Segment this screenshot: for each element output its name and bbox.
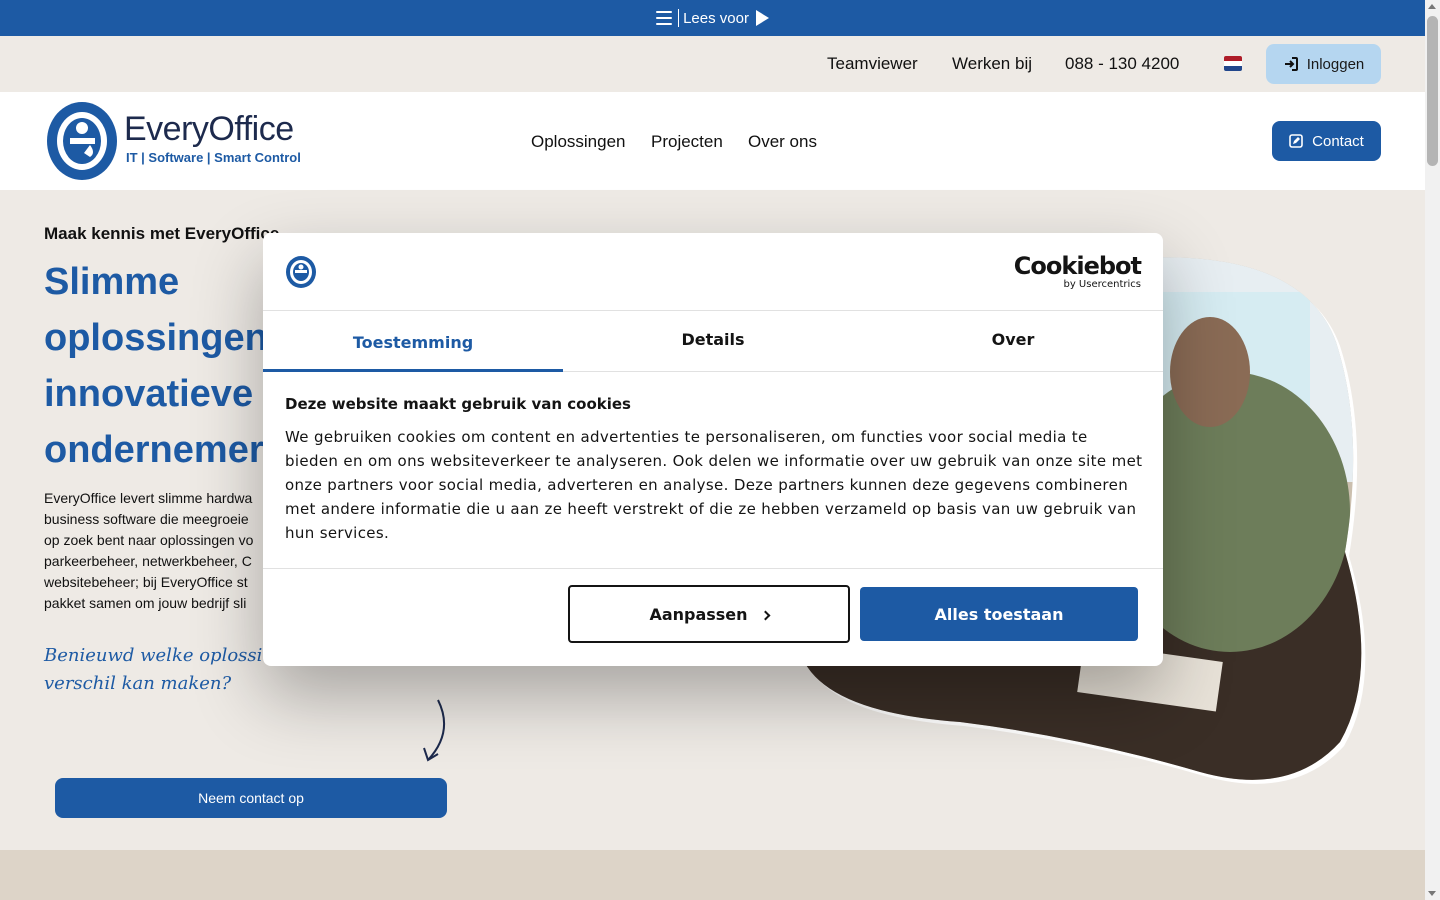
- phone-link[interactable]: 088 - 130 4200: [1065, 54, 1179, 74]
- vertical-scrollbar[interactable]: [1425, 0, 1440, 900]
- scrollbar-thumb[interactable]: [1427, 16, 1438, 166]
- cookiebot-subbrand: by Usercentrics: [1063, 279, 1141, 290]
- scroll-down-arrow-icon[interactable]: [1428, 891, 1436, 896]
- werken-bij-link[interactable]: Werken bij: [952, 54, 1032, 74]
- chevron-right-icon: [760, 610, 770, 620]
- read-aloud-bar[interactable]: Lees voor: [0, 0, 1425, 36]
- play-icon[interactable]: [755, 10, 769, 26]
- divider: [678, 9, 680, 27]
- next-section: [0, 850, 1425, 900]
- login-icon: [1284, 57, 1298, 71]
- login-label: Inloggen: [1306, 55, 1365, 73]
- dialog-tabs: Toestemming Details Over: [263, 311, 1163, 372]
- nav-over-ons[interactable]: Over ons: [748, 132, 817, 152]
- hero-kicker: Maak kennis met EveryOffice: [44, 224, 280, 243]
- edit-icon: [1289, 134, 1303, 148]
- cookiebot-brand: Cookiebot: [1013, 252, 1142, 280]
- dialog-header: Cookiebot by Usercentrics: [263, 233, 1163, 311]
- page: Lees voor Teamviewer Werken bij 088 - 13…: [0, 0, 1425, 900]
- cookiebot-logo[interactable]: Cookiebot by Usercentrics: [1013, 252, 1142, 291]
- customize-button[interactable]: Aanpassen: [568, 585, 850, 643]
- dutch-flag-icon[interactable]: [1224, 56, 1242, 71]
- everyoffice-logo-icon[interactable]: [46, 101, 118, 181]
- read-aloud-label[interactable]: Lees voor: [683, 10, 749, 27]
- neem-contact-op-button[interactable]: Neem contact op: [55, 778, 447, 818]
- handwritten-line: verschil kan maken?: [44, 673, 232, 694]
- teamviewer-link[interactable]: Teamviewer: [827, 54, 918, 74]
- main-header: EveryOffice IT | Software | Smart Contro…: [0, 92, 1425, 190]
- curved-arrow-icon: [423, 699, 445, 762]
- everyoffice-small-logo-icon: [286, 256, 316, 288]
- logo-tagline: IT | Software | Smart Control: [126, 150, 301, 165]
- utility-bar: Teamviewer Werken bij 088 - 130 4200: [0, 36, 1425, 92]
- dialog-footer: Aanpassen Alles toestaan: [263, 568, 1163, 666]
- cookie-consent-dialog: Cookiebot by Usercentrics Toestemming De…: [263, 233, 1163, 666]
- allow-all-button[interactable]: Alles toestaan: [860, 587, 1138, 641]
- customize-label: Aanpassen: [649, 604, 748, 624]
- logo-name[interactable]: EveryOffice: [124, 110, 294, 149]
- menu-icon[interactable]: [656, 11, 673, 25]
- nav-projecten[interactable]: Projecten: [651, 132, 723, 152]
- tab-toestemming[interactable]: Toestemming: [263, 311, 563, 372]
- scroll-up-arrow-icon[interactable]: [1428, 4, 1436, 9]
- tab-over[interactable]: Over: [863, 311, 1163, 371]
- nav-oplossingen[interactable]: Oplossingen: [531, 132, 626, 152]
- dialog-body: Deze website maakt gebruik van cookies W…: [285, 395, 1145, 545]
- dialog-heading: Deze website maakt gebruik van cookies: [285, 395, 631, 413]
- dialog-text: We gebruiken cookies om content en adver…: [285, 428, 1143, 542]
- contact-label: Contact: [1312, 132, 1364, 150]
- contact-button[interactable]: Contact: [1272, 121, 1381, 161]
- tab-details[interactable]: Details: [563, 311, 863, 371]
- login-button[interactable]: Inloggen: [1266, 44, 1381, 84]
